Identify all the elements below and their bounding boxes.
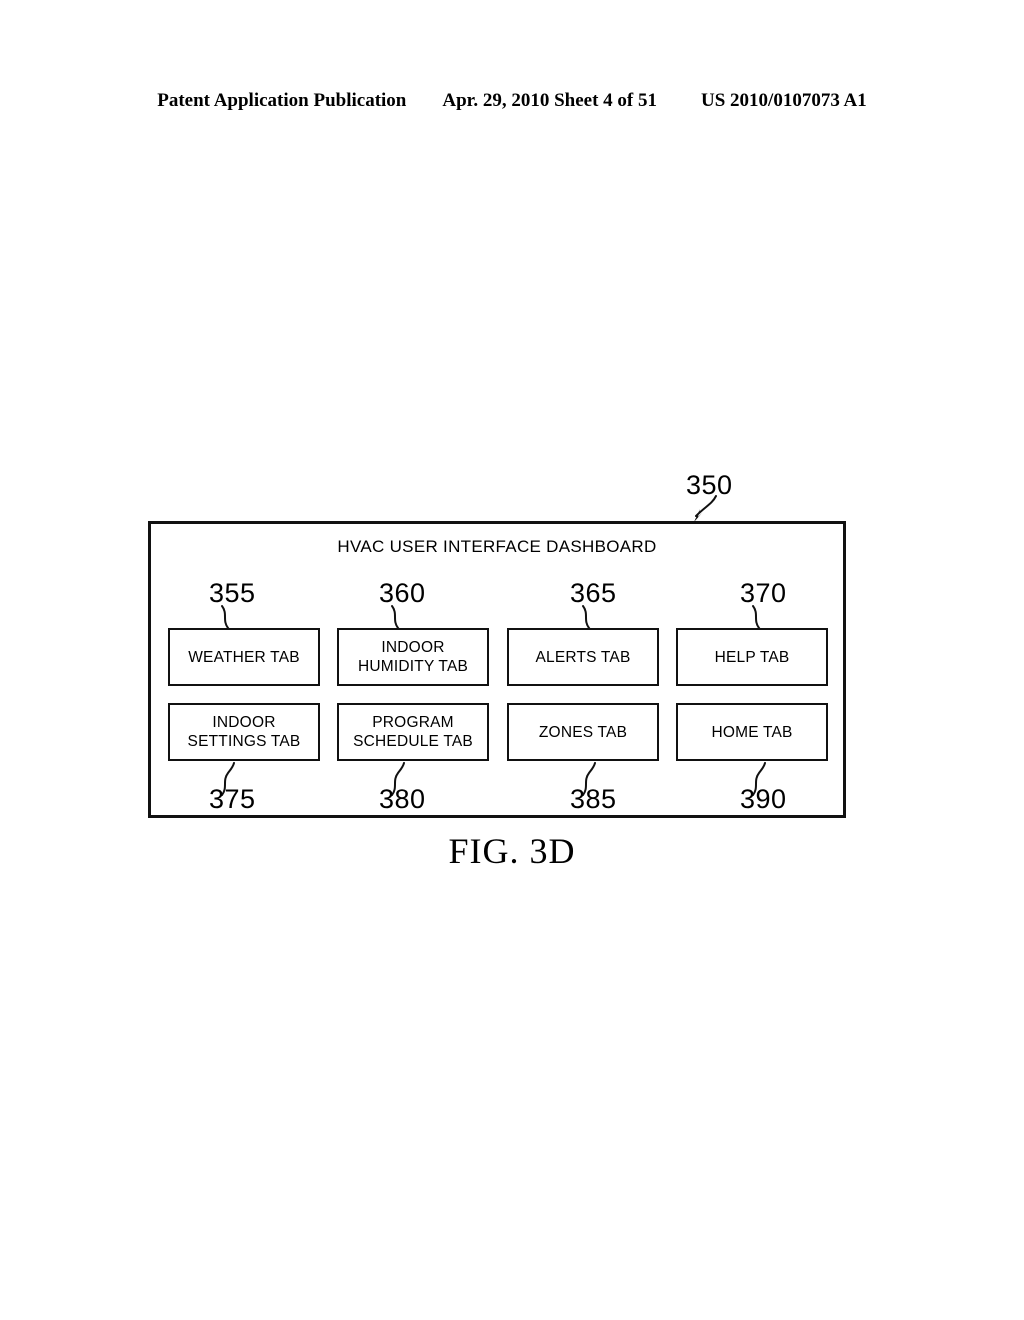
alerts-tab-button[interactable]: ALERTS TAB: [507, 628, 659, 686]
zones-tab-label: ZONES TAB: [538, 723, 628, 741]
home-tab-label: HOME TAB: [711, 723, 793, 741]
figure-3d: 350 HVAC USER INTERFACE DASHBOARD 355 36…: [0, 0, 1024, 1320]
zones-tab-button[interactable]: ZONES TAB: [507, 703, 659, 761]
figure-caption: FIG. 3D: [448, 831, 576, 871]
indoor-settings-tab-button[interactable]: INDOOR SETTINGS TAB: [168, 703, 320, 761]
help-tab-button[interactable]: HELP TAB: [676, 628, 828, 686]
dashboard-title: HVAC USER INTERFACE DASHBOARD: [337, 537, 657, 556]
weather-tab-label: WEATHER TAB: [188, 648, 300, 666]
indoor-settings-tab-label: INDOOR SETTINGS TAB: [187, 714, 301, 750]
alerts-tab-label: ALERTS TAB: [535, 648, 631, 666]
reference-number-390: 390: [740, 784, 787, 814]
help-tab-label: HELP TAB: [714, 648, 790, 666]
weather-tab-button[interactable]: WEATHER TAB: [168, 628, 320, 686]
program-schedule-tab-button[interactable]: PROGRAM SCHEDULE TAB: [337, 703, 489, 761]
program-schedule-tab-label: PROGRAM SCHEDULE TAB: [353, 714, 473, 750]
indoor-humidity-tab-button[interactable]: INDOOR HUMIDITY TAB: [337, 628, 489, 686]
home-tab-button[interactable]: HOME TAB: [676, 703, 828, 761]
reference-number-380: 380: [379, 784, 426, 814]
indoor-humidity-tab-label: INDOOR HUMIDITY TAB: [357, 639, 469, 675]
reference-number-375: 375: [209, 784, 256, 814]
reference-number-385: 385: [570, 784, 617, 814]
